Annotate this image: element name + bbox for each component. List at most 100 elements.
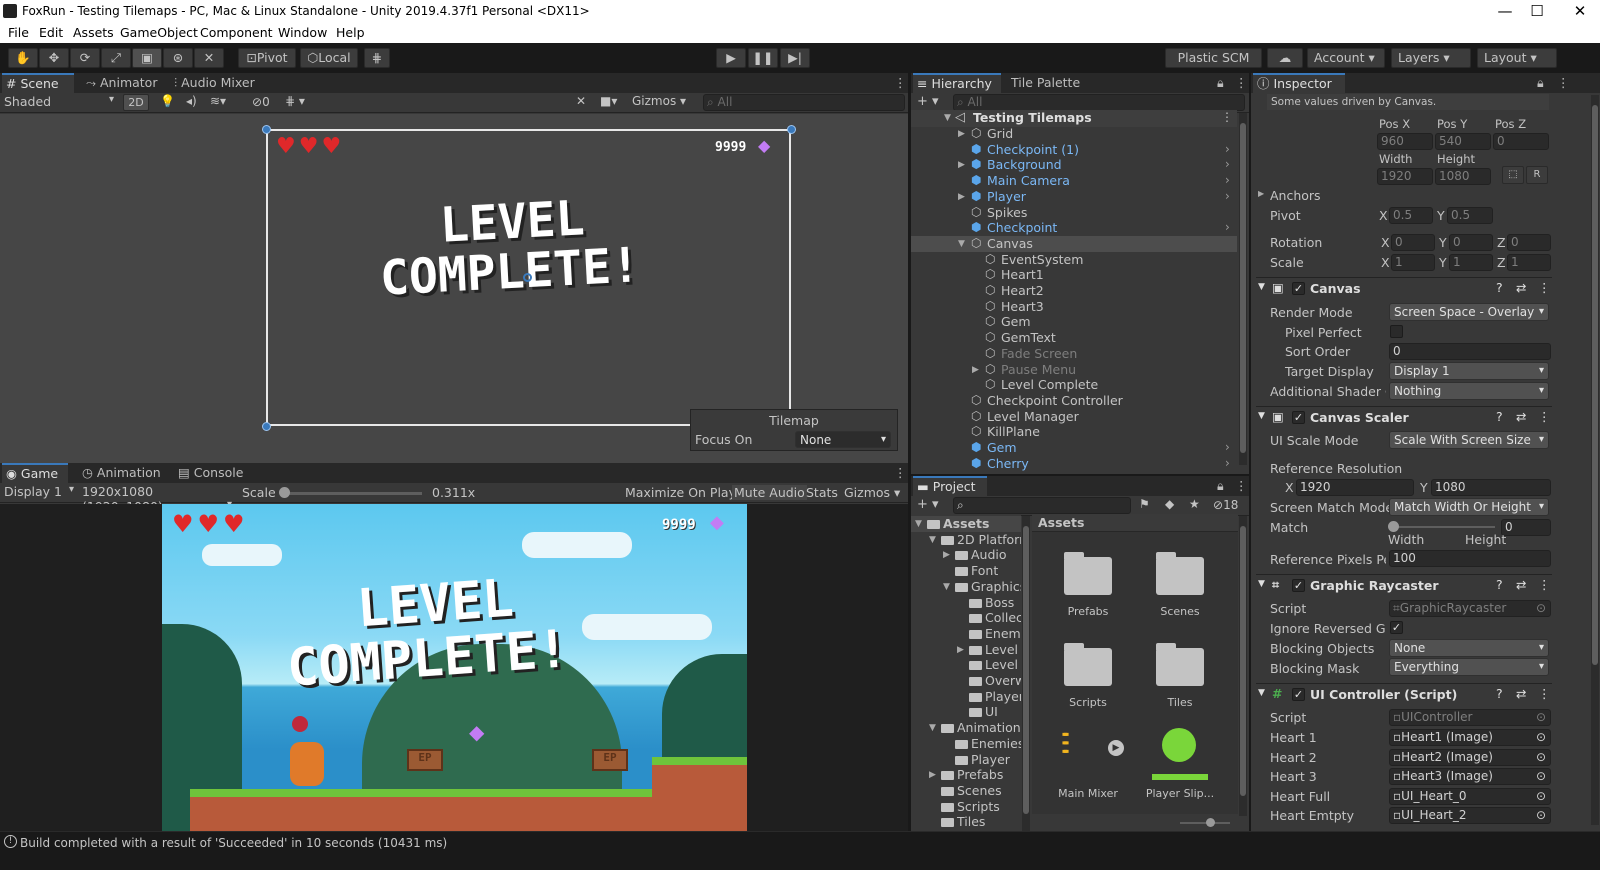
hierarchy-item[interactable]: ⬡ Spikes xyxy=(911,205,1237,221)
gizmos-dropdown[interactable]: Gizmos ▾ xyxy=(632,94,686,108)
project-tree-item[interactable]: Player xyxy=(911,752,1021,768)
hierarchy-item[interactable]: ⬡ Level Complete xyxy=(911,377,1237,393)
game-viewport[interactable]: EP EP ◆ ♥♥♥ 9999 ◆ LEVEL COMPLETE! xyxy=(0,504,908,831)
fold-icon[interactable]: ▶ xyxy=(1258,189,1264,198)
help-icon[interactable]: ? xyxy=(1496,577,1503,592)
scene-row[interactable]: ▼ ◁ Testing Tilemaps ⋮ xyxy=(911,110,1237,127)
pause-button[interactable]: ❚❚ xyxy=(748,48,778,68)
open-prefab-icon[interactable]: › xyxy=(1225,189,1230,203)
shader-channels-dropdown[interactable]: Nothing xyxy=(1389,382,1549,400)
plastic-scm-button[interactable]: Plastic SCM xyxy=(1165,48,1262,68)
tools-icon[interactable]: ✕ xyxy=(576,94,586,108)
canvas-scaler-header[interactable]: ▼ ▣ ✓ Canvas Scaler ? ⇄ ⋮ xyxy=(1256,406,1552,428)
layers-dropdown[interactable]: Layers ▾ xyxy=(1391,48,1471,68)
match-field[interactable]: 0 xyxy=(1501,519,1551,536)
project-tree-item[interactable]: ▼ Assets xyxy=(911,516,1021,532)
add-icon[interactable]: + ▾ xyxy=(917,94,939,109)
hierarchy-item[interactable]: ⬡ Checkpoint Controller xyxy=(911,393,1237,409)
open-prefab-icon[interactable]: › xyxy=(1225,142,1230,156)
posx-field[interactable]: 960 xyxy=(1377,133,1433,150)
fold-closed-icon[interactable]: ▶ xyxy=(957,645,964,655)
search-by-type-icon[interactable]: ⚑ xyxy=(1139,497,1150,511)
transform-tool-icon[interactable]: ⊛ xyxy=(163,48,193,68)
object-picker-icon[interactable]: ⊙ xyxy=(1536,808,1546,823)
kebab-menu-icon[interactable]: ⋮ xyxy=(1538,686,1551,701)
camera-icon[interactable]: ■▾ xyxy=(600,94,617,108)
cloud-icon[interactable]: ☁ xyxy=(1267,48,1303,68)
project-tree-item[interactable]: Font xyxy=(911,563,1021,579)
hand-tool-icon[interactable]: ✋ xyxy=(8,48,38,68)
pivot-handle[interactable] xyxy=(523,273,532,282)
screen-match-mode-dropdown[interactable]: Match Width Or Height xyxy=(1389,498,1549,516)
project-tree-item[interactable]: Collec xyxy=(911,610,1021,626)
enabled-checkbox[interactable]: ✓ xyxy=(1292,411,1305,424)
audio-toggle-icon[interactable]: ◂) xyxy=(186,94,197,108)
kebab-menu-icon[interactable]: ⋮ xyxy=(1231,476,1248,496)
physics-material-icon[interactable] xyxy=(1162,728,1196,762)
fold-open-icon[interactable]: ▼ xyxy=(958,239,965,249)
lock-icon[interactable]: 🔒︎ xyxy=(1213,476,1224,496)
project-tree-item[interactable]: Enemies xyxy=(911,736,1021,752)
folder-icon[interactable] xyxy=(1064,643,1112,686)
gizmos-dropdown[interactable]: Gizmos ▾ xyxy=(844,485,900,500)
grid-scrollbar[interactable] xyxy=(1239,516,1247,816)
project-tree-item[interactable]: ▶ Level xyxy=(911,642,1021,658)
tab-game[interactable]: ◉ Game xyxy=(2,463,68,483)
display-dropdown[interactable]: Display 1 ▾ xyxy=(4,484,76,499)
enabled-checkbox[interactable]: ✓ xyxy=(1292,688,1305,701)
folder-icon[interactable] xyxy=(1156,552,1204,595)
lock-icon[interactable]: 🔒︎ xyxy=(1213,73,1224,93)
open-prefab-icon[interactable]: › xyxy=(1225,440,1230,454)
mute-audio-toggle[interactable]: Mute Audio xyxy=(732,485,807,500)
hierarchy-item[interactable]: ⬢ Main Camera › xyxy=(911,173,1237,189)
hierarchy-item[interactable]: ▶ ⬡ Pause Menu xyxy=(911,362,1237,378)
fold-closed-icon[interactable]: ▶ xyxy=(929,770,936,780)
preset-icon[interactable]: ⇄ xyxy=(1516,409,1526,424)
tab-hierarchy[interactable]: ≡ Hierarchy xyxy=(913,73,1001,93)
pixel-perfect-checkbox[interactable] xyxy=(1390,325,1403,338)
inspector-scrollbar[interactable] xyxy=(1591,95,1599,825)
render-mode-dropdown[interactable]: Screen Space - Overlay xyxy=(1389,303,1549,321)
tab-audio-mixer[interactable]: ⫶ Audio Mixer xyxy=(170,73,255,93)
preset-icon[interactable]: ⇄ xyxy=(1516,280,1526,295)
object-picker-icon[interactable]: ⊙ xyxy=(1536,730,1546,745)
enabled-checkbox[interactable]: ✓ xyxy=(1292,579,1305,592)
maximize-button[interactable]: ☐ xyxy=(1522,2,1552,20)
stats-toggle[interactable]: Stats xyxy=(806,485,838,500)
rotation-z-field[interactable]: 0 xyxy=(1507,234,1551,251)
fold-open-icon[interactable]: ▼ xyxy=(943,582,950,592)
ref-x-field[interactable]: 1920 xyxy=(1296,479,1414,496)
tree-scrollbar[interactable] xyxy=(1022,516,1030,831)
project-tree-item[interactable]: ▼ Graphics xyxy=(911,579,1021,595)
rotate-tool-icon[interactable]: ⟳ xyxy=(70,48,100,68)
status-bar[interactable]: ! Build completed with a result of 'Succ… xyxy=(0,831,1600,853)
account-dropdown[interactable]: Account ▾ xyxy=(1307,48,1385,68)
object-picker-icon[interactable]: ⊙ xyxy=(1536,769,1546,784)
open-prefab-icon[interactable]: › xyxy=(1225,157,1230,171)
match-slider[interactable] xyxy=(1393,526,1495,528)
sort-order-field[interactable]: 0 xyxy=(1389,343,1551,360)
add-icon[interactable]: + ▾ xyxy=(917,497,939,512)
object-picker-icon[interactable]: ⊙ xyxy=(1536,750,1546,765)
canvas-component-header[interactable]: ▼ ▣ ✓ Canvas ? ⇄ ⋮ xyxy=(1256,277,1552,299)
object-field[interactable]: ▫Heart1 (Image) ⊙ xyxy=(1389,729,1551,746)
fold-closed-icon[interactable]: ▶ xyxy=(958,192,965,202)
shading-dropdown[interactable]: Shaded ▾ xyxy=(4,94,116,109)
ui-scale-mode-dropdown[interactable]: Scale With Screen Size xyxy=(1389,431,1549,449)
fold-open-icon[interactable]: ▼ xyxy=(929,535,936,545)
object-field[interactable]: ▫UI_Heart_2 ⊙ xyxy=(1389,807,1551,825)
open-prefab-icon[interactable]: › xyxy=(1225,220,1230,234)
lock-icon[interactable]: 🔒︎ xyxy=(1533,73,1544,93)
ignore-reversed-checkbox[interactable]: ✓ xyxy=(1390,621,1403,634)
project-tree-item[interactable]: Scripts xyxy=(911,799,1021,815)
menu-component[interactable]: Component xyxy=(200,25,273,40)
folder-icon[interactable] xyxy=(1156,643,1204,686)
hidden-objects-icon[interactable]: ⊘0 xyxy=(252,95,270,109)
hierarchy-search-input[interactable]: ⌕ All xyxy=(953,94,1245,111)
hierarchy-item[interactable]: ▶ ⬡ Grid xyxy=(911,126,1237,142)
tab-tile-palette[interactable]: Tile Palette xyxy=(1007,73,1080,93)
hierarchy-item[interactable]: ⬡ Gem xyxy=(911,314,1237,330)
grid-toggle-icon[interactable]: ⋕ ▾ xyxy=(285,94,305,108)
preset-icon[interactable]: ⇄ xyxy=(1516,686,1526,701)
scene-viewport[interactable]: ♥♥♥ 9999 ◆ LEVEL COMPLETE! Tilemap Focus… xyxy=(0,114,908,463)
